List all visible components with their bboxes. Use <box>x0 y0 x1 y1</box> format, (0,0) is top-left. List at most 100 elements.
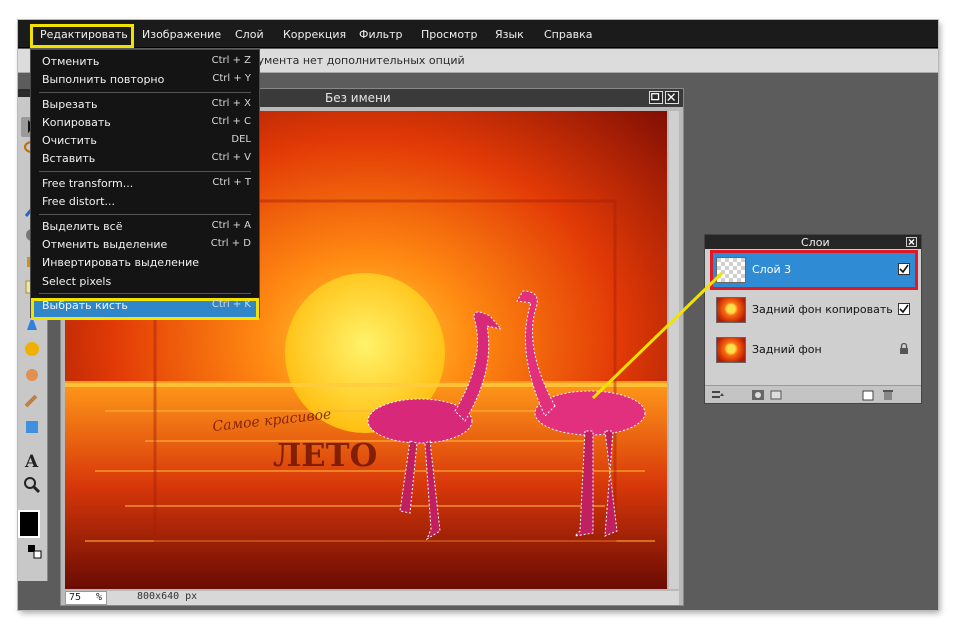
document-statusbar: 75 % 800x640 px <box>65 591 679 605</box>
svg-text:A: A <box>24 452 39 470</box>
menu-view[interactable]: Просмотр <box>421 28 477 41</box>
menu-item-free-transform[interactable]: Free transform... Ctrl + T <box>31 175 259 193</box>
menu-separator <box>39 92 251 93</box>
menu-item-shortcut: Ctrl + Y <box>212 73 251 84</box>
menu-item-label: Отменить выделение <box>42 238 168 251</box>
lock-icon <box>900 343 908 354</box>
menu-item-shortcut: Ctrl + V <box>211 152 251 163</box>
close-icon[interactable] <box>906 237 917 247</box>
close-document-button[interactable] <box>665 91 679 104</box>
edit-menu: Отменить Ctrl + Z Выполнить повторно Ctr… <box>30 49 260 320</box>
menu-layer[interactable]: Слой <box>235 28 264 41</box>
layer-name: Слой 3 <box>752 263 792 276</box>
smudge-tool[interactable] <box>21 365 43 385</box>
foreground-color[interactable] <box>18 510 40 538</box>
menu-item-shortcut: DEL <box>231 134 251 145</box>
menu-help[interactable]: Справка <box>544 28 592 41</box>
menu-edit[interactable]: Редактировать <box>40 28 128 41</box>
menu-item-label: Free transform... <box>42 177 134 190</box>
zoom-field[interactable]: 75 % <box>65 591 107 605</box>
layer-thumbnail <box>716 297 746 323</box>
layer-name: Задний фон копировать <box>752 303 893 316</box>
menu-item-shortcut: Ctrl + C <box>211 116 251 127</box>
document-size: 800x640 px <box>137 591 198 602</box>
menu-item-select-all[interactable]: Выделить всё Ctrl + A <box>31 218 259 236</box>
document-scrollbar[interactable] <box>669 111 679 589</box>
menu-adjustments[interactable]: Коррекция <box>283 28 346 41</box>
menu-item-undo[interactable]: Отменить Ctrl + Z <box>31 53 259 71</box>
menu-item-invert-selection[interactable]: Инвертировать выделение <box>31 254 259 272</box>
menu-item-copy[interactable]: Копировать Ctrl + C <box>31 114 259 132</box>
layers-panel: Слои Слой 3 Задний фон копировать Задний… <box>704 234 922 404</box>
zoom-icon <box>24 477 41 494</box>
zoom-tool[interactable] <box>21 475 43 495</box>
layer-row-background-copy[interactable]: Задний фон копировать <box>710 293 918 329</box>
menu-item-label: Отменить <box>42 55 100 68</box>
menu-image[interactable]: Изображение <box>142 28 221 41</box>
maximize-icon <box>651 93 660 101</box>
menu-item-choose-brush[interactable]: Выбрать кисть Ctrl + K <box>31 297 259 315</box>
menu-item-paste[interactable]: Вставить Ctrl + V <box>31 150 259 168</box>
app-window: Редактировать Изображение Слой Коррекция… <box>18 20 938 610</box>
layer-name: Задний фон <box>752 343 822 356</box>
menu-item-label: Выделить всё <box>42 220 123 233</box>
layer-row-3[interactable]: Слой 3 <box>710 253 918 289</box>
maximize-button[interactable] <box>649 91 663 104</box>
menu-item-label: Выполнить повторно <box>42 73 165 86</box>
zoom-unit: % <box>96 592 103 603</box>
menu-item-shortcut: Ctrl + D <box>210 238 251 249</box>
transform-icon <box>26 421 38 433</box>
menu-filter[interactable]: Фильтр <box>359 28 403 41</box>
menu-item-free-distort[interactable]: Free distort... <box>31 193 259 211</box>
menu-item-select-pixels[interactable]: Select pixels <box>31 272 259 290</box>
sponge-tool[interactable] <box>21 339 43 359</box>
layer-row-background[interactable]: Задний фон <box>710 333 918 369</box>
menu-item-label: Free distort... <box>42 195 115 208</box>
layers-titlebar: Слои <box>705 235 921 249</box>
delete-layer-icon[interactable] <box>881 389 895 401</box>
layer-thumbnail <box>716 337 746 363</box>
dodge-tool[interactable] <box>21 391 43 411</box>
text-tool[interactable]: A <box>21 450 43 470</box>
menu-item-label: Вырезать <box>42 98 98 111</box>
layer-style-icon[interactable] <box>769 389 783 401</box>
transform-tool[interactable] <box>21 417 43 437</box>
menu-item-shortcut: Ctrl + Z <box>211 55 251 66</box>
menu-item-deselect[interactable]: Отменить выделение Ctrl + D <box>31 236 259 254</box>
menu-item-clear[interactable]: Очистить DEL <box>31 132 259 150</box>
menu-item-shortcut: Ctrl + X <box>211 98 251 109</box>
menu-separator <box>39 293 251 294</box>
menu-separator <box>39 171 251 172</box>
menu-separator <box>39 214 251 215</box>
checkbox-icon[interactable] <box>898 303 910 315</box>
layer-properties-icon[interactable] <box>711 389 725 401</box>
menu-item-shortcut: Ctrl + T <box>212 177 251 188</box>
new-layer-icon[interactable] <box>861 389 875 401</box>
menu-item-redo[interactable]: Выполнить повторно Ctrl + Y <box>31 71 259 89</box>
sponge-icon <box>25 342 39 356</box>
menu-item-label: Копировать <box>42 116 111 129</box>
menu-item-shortcut: Ctrl + A <box>211 220 251 231</box>
swap-colors-icon[interactable] <box>28 545 42 559</box>
dodge-icon <box>24 394 38 408</box>
menu-item-label: Select pixels <box>42 275 112 288</box>
menu-item-shortcut: Ctrl + K <box>211 299 251 310</box>
layers-title: Слои <box>801 236 830 249</box>
document-title: Без имени <box>325 91 391 105</box>
text-icon: A <box>24 452 39 470</box>
checkbox-icon[interactable] <box>898 263 910 275</box>
layer-mask-icon[interactable] <box>751 389 765 401</box>
artwork-title-text: ЛЕТО <box>273 436 377 474</box>
menu-language[interactable]: Язык <box>495 28 524 41</box>
zoom-value: 75 <box>69 592 82 603</box>
menu-item-label: Вставить <box>42 152 96 165</box>
close-icon <box>667 93 676 101</box>
menu-item-label: Выбрать кисть <box>42 299 128 312</box>
smudge-icon <box>26 369 38 381</box>
layer-thumbnail <box>716 257 746 283</box>
menu-item-label: Инвертировать выделение <box>42 256 199 269</box>
options-text: струмента нет дополнительных опций <box>238 54 465 67</box>
menu-item-label: Очистить <box>42 134 97 147</box>
menubar: Редактировать Изображение Слой Коррекция… <box>18 20 938 48</box>
menu-item-cut[interactable]: Вырезать Ctrl + X <box>31 96 259 114</box>
